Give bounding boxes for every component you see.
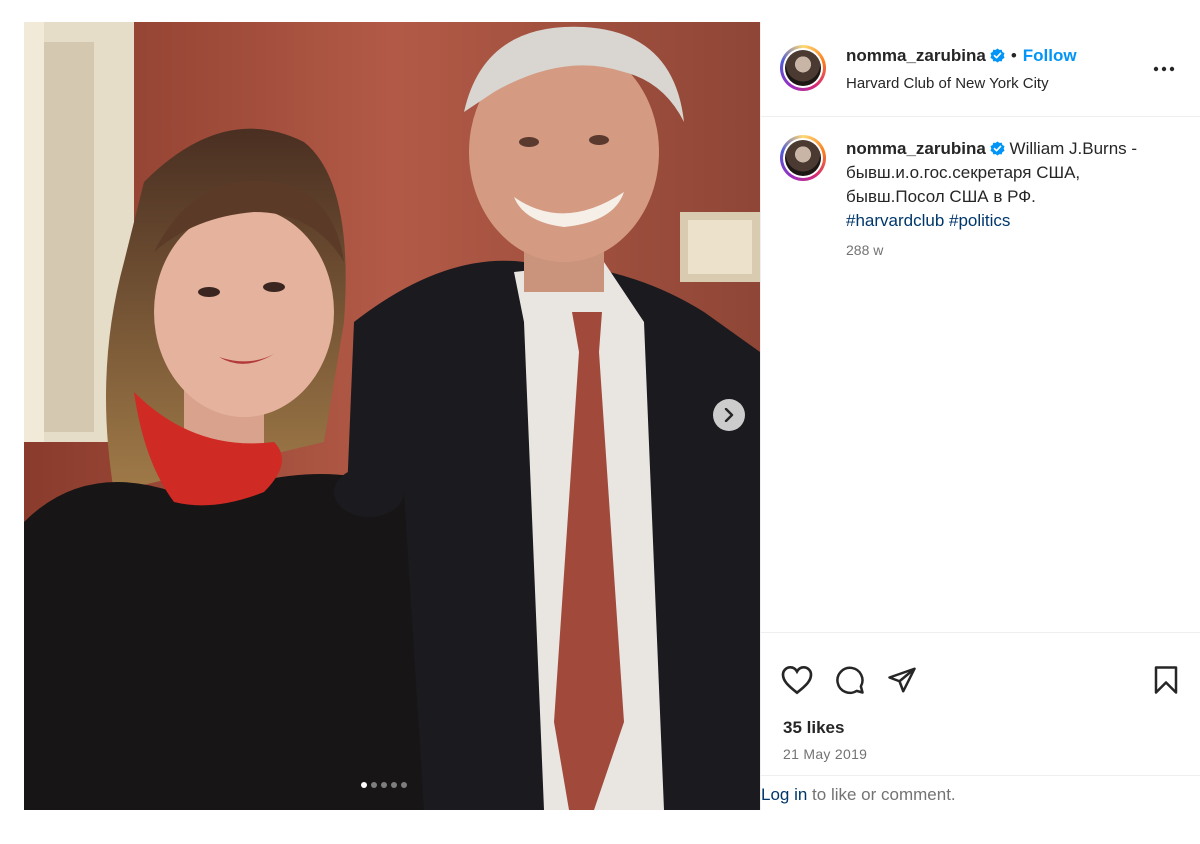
avatar[interactable]	[780, 45, 826, 91]
separator-dot: •	[1010, 46, 1017, 65]
verified-badge-icon	[990, 141, 1005, 156]
carousel-dot	[371, 782, 377, 788]
post-photo	[24, 22, 760, 810]
post-media	[24, 22, 760, 810]
post-actions: 35 likes 21 May 2019 Log in to like or c…	[761, 632, 1200, 811]
location-link[interactable]: Harvard Club of New York City	[846, 75, 1049, 92]
heart-icon[interactable]	[781, 665, 813, 695]
instagram-post: nomma_zarubina • Follow Harvard Club of Ne…	[24, 22, 1200, 810]
next-image-button[interactable]	[713, 399, 745, 431]
avatar-image	[785, 50, 821, 86]
bookmark-icon[interactable]	[1153, 665, 1179, 695]
post-side-panel: nomma_zarubina • Follow Harvard Club of Ne…	[760, 22, 1200, 810]
post-header: nomma_zarubina • Follow Harvard Club of Ne…	[761, 22, 1200, 117]
avatar-image	[785, 140, 821, 176]
header-title-row: nomma_zarubina • Follow	[846, 46, 1077, 66]
post-time-ago[interactable]: 288 w	[846, 242, 883, 258]
carousel-indicator	[361, 782, 407, 788]
follow-button[interactable]: Follow	[1023, 46, 1077, 65]
hashtag-link[interactable]: #politics	[949, 211, 1010, 230]
login-bar: Log in to like or comment.	[761, 775, 1200, 812]
post-date: 21 May 2019	[783, 746, 868, 762]
carousel-dot	[381, 782, 387, 788]
login-suffix: to like or comment.	[807, 785, 956, 804]
chevron-right-icon	[724, 408, 734, 422]
login-link[interactable]: Log in	[761, 785, 807, 804]
post-caption: nomma_zarubina William J.Burns - бывш.и.…	[846, 137, 1171, 233]
likes-count[interactable]: 35 likes	[783, 718, 844, 738]
login-prompt: Log in to like or comment.	[761, 785, 956, 805]
caption-username[interactable]: nomma_zarubina	[846, 139, 986, 158]
more-options-icon[interactable]	[1153, 66, 1175, 72]
comment-icon[interactable]	[835, 665, 865, 695]
username-link[interactable]: nomma_zarubina	[846, 46, 986, 65]
verified-badge-icon	[990, 48, 1005, 63]
carousel-dot	[361, 782, 367, 788]
hashtag-link[interactable]: #harvardclub	[846, 211, 944, 230]
carousel-dot	[401, 782, 407, 788]
caption-avatar[interactable]	[780, 135, 826, 181]
carousel-dot	[391, 782, 397, 788]
paper-plane-icon[interactable]	[887, 665, 917, 695]
